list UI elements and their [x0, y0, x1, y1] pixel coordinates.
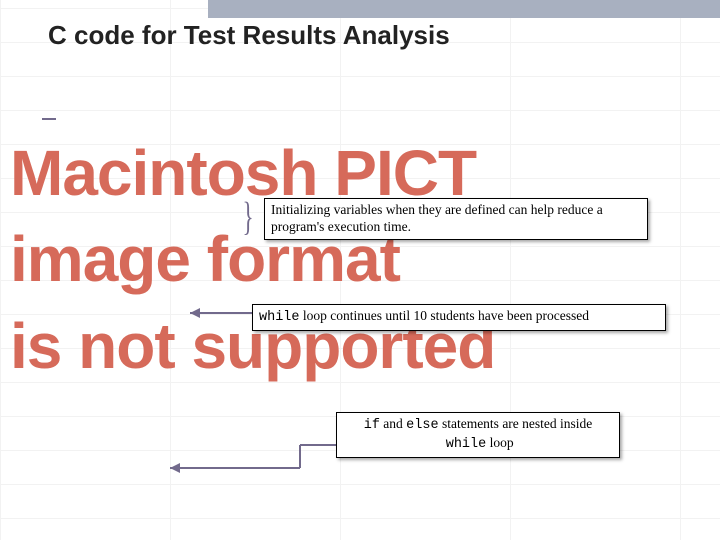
grid-background — [0, 0, 720, 540]
callout-text: statements are nested inside — [439, 416, 593, 431]
code-keyword-else: else — [406, 418, 438, 433]
callout-text: loop continues until 10 students have be… — [300, 308, 589, 323]
callout-initialize-variables: Initializing variables when they are def… — [264, 198, 648, 240]
brace-icon: } — [243, 194, 254, 240]
callout-text: and — [380, 416, 406, 431]
margin-tick — [42, 118, 56, 120]
page-title: C code for Test Results Analysis — [48, 20, 450, 51]
code-keyword-while: while — [259, 310, 300, 325]
callout-text: loop — [486, 435, 513, 450]
callout-text: Initializing variables when they are def… — [271, 202, 603, 234]
callout-if-else-nested: if and else statements are nested inside… — [336, 412, 620, 458]
code-keyword-if: if — [364, 418, 380, 433]
code-keyword-while: while — [446, 437, 487, 452]
top-accent-bar — [208, 0, 720, 18]
callout-while-loop: while loop continues until 10 students h… — [252, 304, 666, 331]
